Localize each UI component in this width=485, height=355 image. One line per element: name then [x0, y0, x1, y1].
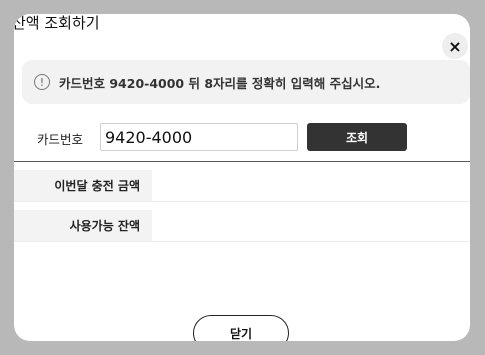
close-icon[interactable]: ×	[442, 33, 468, 59]
available-balance-label: 사용가능 잔액	[14, 210, 152, 241]
card-number-input[interactable]	[100, 123, 298, 151]
notice-box: ! 카드번호 9420-4000 뒤 8자리를 정확히 입력해 주십시오.	[22, 60, 470, 104]
search-button[interactable]: 조회	[307, 123, 407, 151]
card-number-label: 카드번호	[37, 132, 84, 147]
notice-text: 카드번호 9420-4000 뒤 8자리를 정확히 입력해 주십시오.	[59, 75, 381, 91]
dialog-title: 잔액 조회하기	[14, 14, 100, 32]
result-row-monthly-charge: 이번달 충전 금액	[14, 170, 470, 202]
balance-dialog: 잔액 조회하기 × ! 카드번호 9420-4000 뒤 8자리를 정확히 입력…	[14, 14, 470, 341]
result-row-available-balance: 사용가능 잔액	[14, 210, 470, 242]
divider	[14, 161, 470, 162]
info-icon: !	[34, 74, 50, 90]
monthly-charge-label: 이번달 충전 금액	[14, 170, 152, 201]
close-button[interactable]: 닫기	[193, 315, 289, 341]
